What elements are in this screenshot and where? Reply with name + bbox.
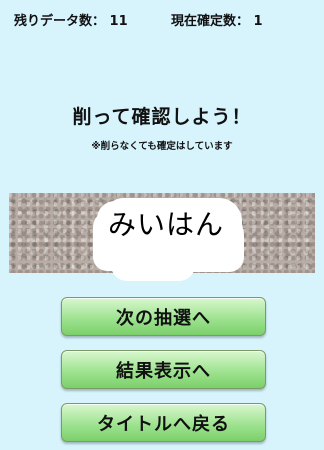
- confirmed-label: 現在確定数：: [171, 14, 250, 29]
- scratch-card[interactable]: みいはん: [9, 193, 315, 281]
- confirmed-value: 1: [253, 14, 263, 29]
- back-to-title-button[interactable]: タイトルへ戻る: [61, 403, 266, 442]
- remaining-value: 11: [109, 14, 128, 29]
- remaining-count: 残りデータ数： 11: [14, 10, 128, 29]
- confirmed-count: 現在確定数： 1: [171, 10, 263, 29]
- scratch-note: ※削らなくても確定はしています: [91, 141, 233, 152]
- status-bar: 残りデータ数： 11 現在確定数： 1: [0, 0, 324, 36]
- revealed-text: みいはん: [107, 208, 224, 241]
- remaining-label: 残りデータ数：: [14, 14, 106, 29]
- page-title: 削って確認しよう！: [72, 106, 252, 128]
- show-results-button[interactable]: 結果表示へ: [61, 350, 266, 389]
- next-draw-button[interactable]: 次の抽選へ: [61, 297, 266, 336]
